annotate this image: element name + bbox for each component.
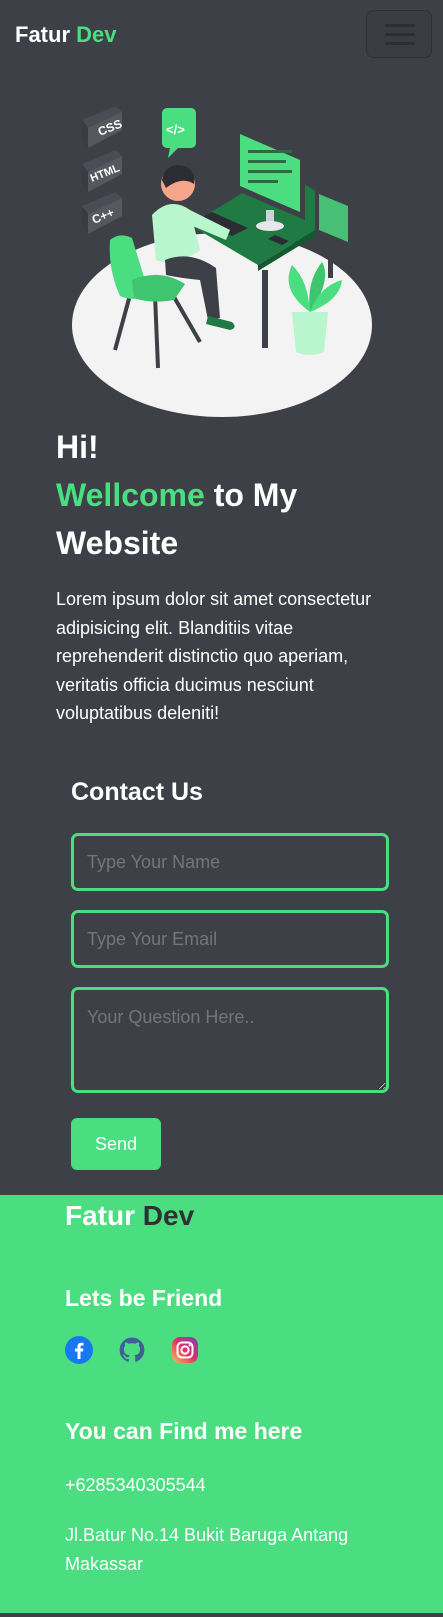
navbar: Fatur Dev [0,0,443,70]
instagram-icon[interactable] [171,1336,199,1364]
footer-brand-first: Fatur [65,1200,135,1231]
email-input[interactable] [71,910,389,968]
friend-title: Lets be Friend [65,1285,223,1311]
hero-section: Hi! Wellcome to My Website Lorem ipsum d… [56,423,396,728]
send-button[interactable]: Send [71,1118,161,1170]
footer-brand: Fatur Dev [65,1200,194,1232]
svg-text:</>: </> [166,122,185,137]
hero-paragraph: Lorem ipsum dolor sit amet consectetur a… [56,589,372,723]
github-icon[interactable] [118,1336,146,1364]
social-links [65,1336,199,1366]
phone-number: +6285340305544 [65,1475,206,1495]
developer-illustration: CSS HTML C++ </> [72,106,372,417]
code-bubble-icon: </> [162,108,196,158]
brand-logo[interactable]: Fatur Dev [15,22,116,48]
welcome-accent-text: Wellcome [56,477,205,513]
question-textarea[interactable] [71,987,389,1093]
brand-first: Fatur [15,22,70,47]
name-input[interactable] [71,833,389,891]
navbar-toggle-button[interactable] [366,10,432,58]
footer: Fatur Dev Lets be Friend You can Find me… [0,1195,443,1613]
footer-brand-second: Dev [142,1200,195,1231]
code-tags-icon: CSS HTML C++ [82,106,124,234]
facebook-icon[interactable] [65,1336,93,1364]
greeting-text: Hi! [56,429,99,465]
brand-second: Dev [76,22,117,47]
hamburger-menu-icon [385,24,415,27]
address-text: Jl.Batur No.14 Bukit Baruga Antang Makas… [65,1525,349,1574]
contact-form: Contact Us Send [71,775,389,1170]
find-me-title: You can Find me here [65,1418,303,1444]
contact-title: Contact Us [71,778,203,806]
hero-heading: Hi! Wellcome to My Website [56,423,396,567]
